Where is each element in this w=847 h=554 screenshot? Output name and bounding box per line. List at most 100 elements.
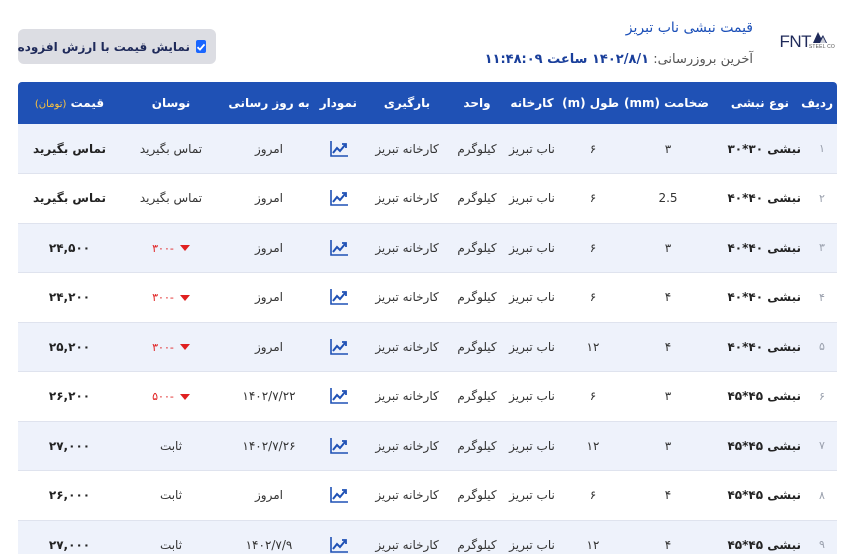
change-value: ثابت [159, 438, 183, 453]
chart-button[interactable] [317, 174, 361, 224]
brand-logo[interactable]: FNT STEEL CO [775, 30, 837, 54]
row-index: ۱ [819, 142, 825, 155]
thickness: 2.5 [658, 191, 678, 206]
col-type[interactable]: نوع نبشی [713, 82, 807, 124]
price-table: ردیف نوع نبشی ضخامت (mm) طول (m) کارخانه… [18, 82, 837, 554]
col-length[interactable]: طول (m) [562, 82, 623, 124]
loading: کارخانه تبریز [375, 339, 439, 354]
factory: ناب تبریز [509, 141, 555, 156]
chart-button[interactable] [317, 322, 361, 372]
length: ۱۲ [586, 537, 600, 552]
factory: ناب تبریز [509, 438, 555, 453]
product-type[interactable]: نبشی ۴۰*۴۰ [713, 223, 807, 273]
change-cell: -۳۰۰ [121, 273, 221, 323]
product-type[interactable]: نبشی ۴۰*۴۰ [713, 273, 807, 323]
change-value: -۵۰۰ [152, 390, 174, 404]
unit: کیلوگرم [457, 240, 497, 255]
chart-button[interactable] [317, 124, 361, 174]
table-row[interactable]: ۲ نبشی ۴۰*۴۰ 2.5 ۶ ناب تبریز کیلوگرم کارخانه ت… [18, 173, 837, 224]
table-header-row: ردیف نوع نبشی ضخامت (mm) طول (m) کارخانه… [18, 82, 837, 124]
chart-button[interactable] [317, 372, 361, 422]
table-row[interactable]: ۳ نبشی ۴۰*۴۰ ۳ ۶ ناب تبریز کیلوگرم کارخانه تبر… [18, 223, 837, 273]
change-value: ثابت [159, 488, 183, 503]
change-cell: -۵۰۰ [121, 372, 221, 422]
updated-date: امروز [255, 191, 283, 206]
table-row[interactable]: ۱ نبشی ۳۰*۳۰ ۳ ۶ ناب تبریز کیلوگرم کارخانه تبر… [18, 124, 837, 174]
factory: ناب تبریز [509, 290, 555, 305]
trending-up-icon [330, 289, 348, 306]
updated-date: امروز [255, 339, 283, 354]
change-cell: تماس بگیرید [121, 174, 221, 224]
price: ۲۷,۰۰۰ [48, 438, 91, 453]
chart-button[interactable] [317, 471, 361, 521]
trending-up-icon [330, 140, 348, 157]
updated-date: امروز [255, 240, 283, 255]
product-type[interactable]: نبشی ۴۵*۴۵ [713, 471, 807, 521]
product-type[interactable]: نبشی ۴۰*۴۰ [713, 174, 807, 224]
table-row[interactable]: ۹ نبشی ۴۵*۴۵ ۴ ۱۲ ناب تبریز کیلوگرم کارخانه تب… [18, 520, 837, 554]
logo-text: FNT [779, 32, 811, 51]
unit: کیلوگرم [457, 438, 497, 453]
col-factory[interactable]: کارخانه [501, 82, 563, 124]
col-price-unit: (تومان) [34, 99, 67, 110]
length: ۶ [589, 240, 597, 255]
change-cell: ثابت [121, 520, 221, 554]
chart-button[interactable] [317, 273, 361, 323]
vat-price-toggle[interactable]: نمایش قیمت با ارزش افزوده [18, 29, 216, 64]
logo-subtext: STEEL CO [808, 44, 835, 50]
length: ۱۲ [586, 438, 600, 453]
row-index: ۶ [819, 389, 825, 403]
loading: کارخانه تبریز [375, 290, 439, 305]
col-price[interactable]: قیمت (تومان) [18, 82, 121, 124]
chart-button[interactable] [317, 421, 361, 471]
change-value: -۳۰۰ [152, 291, 174, 305]
factory: ناب تبریز [509, 191, 555, 206]
col-change[interactable]: نوسان [121, 82, 221, 124]
price: تماس بگیرید [32, 191, 107, 206]
product-type[interactable]: نبشی ۴۵*۴۵ [713, 421, 807, 471]
col-thickness[interactable]: ضخامت (mm) [623, 82, 713, 124]
col-unit[interactable]: واحد [453, 82, 501, 124]
thickness: ۴ [664, 339, 672, 354]
factory: ناب تبریز [509, 240, 555, 255]
row-index: ۳ [819, 241, 825, 255]
trending-up-icon [330, 487, 348, 504]
change-cell: ثابت [121, 421, 221, 471]
chart-button[interactable] [317, 223, 361, 273]
table-row[interactable]: ۵ نبشی ۴۰*۴۰ ۴ ۱۲ ناب تبریز کیلوگرم کارخانه تب… [18, 322, 837, 372]
price: ۲۶,۲۰۰ [48, 389, 91, 404]
unit: کیلوگرم [457, 488, 497, 503]
table-row[interactable]: ۶ نبشی ۴۵*۴۵ ۳ ۶ ناب تبریز کیلوگرم کارخانه تبر… [18, 371, 837, 422]
loading: کارخانه تبریز [375, 389, 439, 404]
change-value: ثابت [159, 537, 183, 552]
change-cell: -۳۰۰ [121, 322, 221, 372]
price: تماس بگیرید [32, 141, 107, 156]
last-updated-value: ۱۴۰۲/۸/۱ ساعت ۱۱:۴۸:۰۹ [484, 52, 650, 67]
change-cell: ثابت [121, 471, 221, 521]
updated-date: ۱۴۰۲/۷/۲۲ [242, 389, 296, 404]
product-type[interactable]: نبشی ۴۰*۴۰ [713, 322, 807, 372]
change-cell: -۳۰۰ [121, 223, 221, 273]
vat-toggle-label: نمایش قیمت با ارزش افزوده [17, 39, 190, 54]
table-row[interactable]: ۷ نبشی ۴۵*۴۵ ۳ ۱۲ ناب تبریز کیلوگرم کارخانه تب… [18, 421, 837, 471]
change-cell: تماس بگیرید [121, 124, 221, 174]
col-loading[interactable]: بارگیری [361, 82, 453, 124]
product-type[interactable]: نبشی ۴۵*۴۵ [713, 520, 807, 554]
factory: ناب تبریز [509, 389, 555, 404]
product-type[interactable]: نبشی ۴۵*۴۵ [713, 372, 807, 422]
table-row[interactable]: ۴ نبشی ۴۰*۴۰ ۴ ۶ ناب تبریز کیلوگرم کارخانه تبر… [18, 272, 837, 323]
page-title: قیمت نبشی ناب تبریز [625, 20, 753, 36]
table-row[interactable]: ۸ نبشی ۴۵*۴۵ ۴ ۶ ناب تبریز کیلوگرم کارخانه تبر… [18, 470, 837, 521]
product-type[interactable]: نبشی ۳۰*۳۰ [713, 124, 807, 174]
col-updated[interactable]: به روز رسانی [221, 82, 317, 124]
thickness: ۴ [664, 537, 672, 552]
thickness: ۴ [664, 290, 672, 305]
vat-checkbox[interactable] [196, 40, 206, 53]
updated-date: ۱۴۰۲/۷/۲۶ [242, 438, 296, 453]
length: ۱۲ [586, 339, 600, 354]
chart-button[interactable] [317, 520, 361, 554]
updated-date: امروز [255, 290, 283, 305]
loading: کارخانه تبریز [375, 191, 439, 206]
unit: کیلوگرم [457, 537, 497, 552]
trending-up-icon [330, 388, 348, 405]
